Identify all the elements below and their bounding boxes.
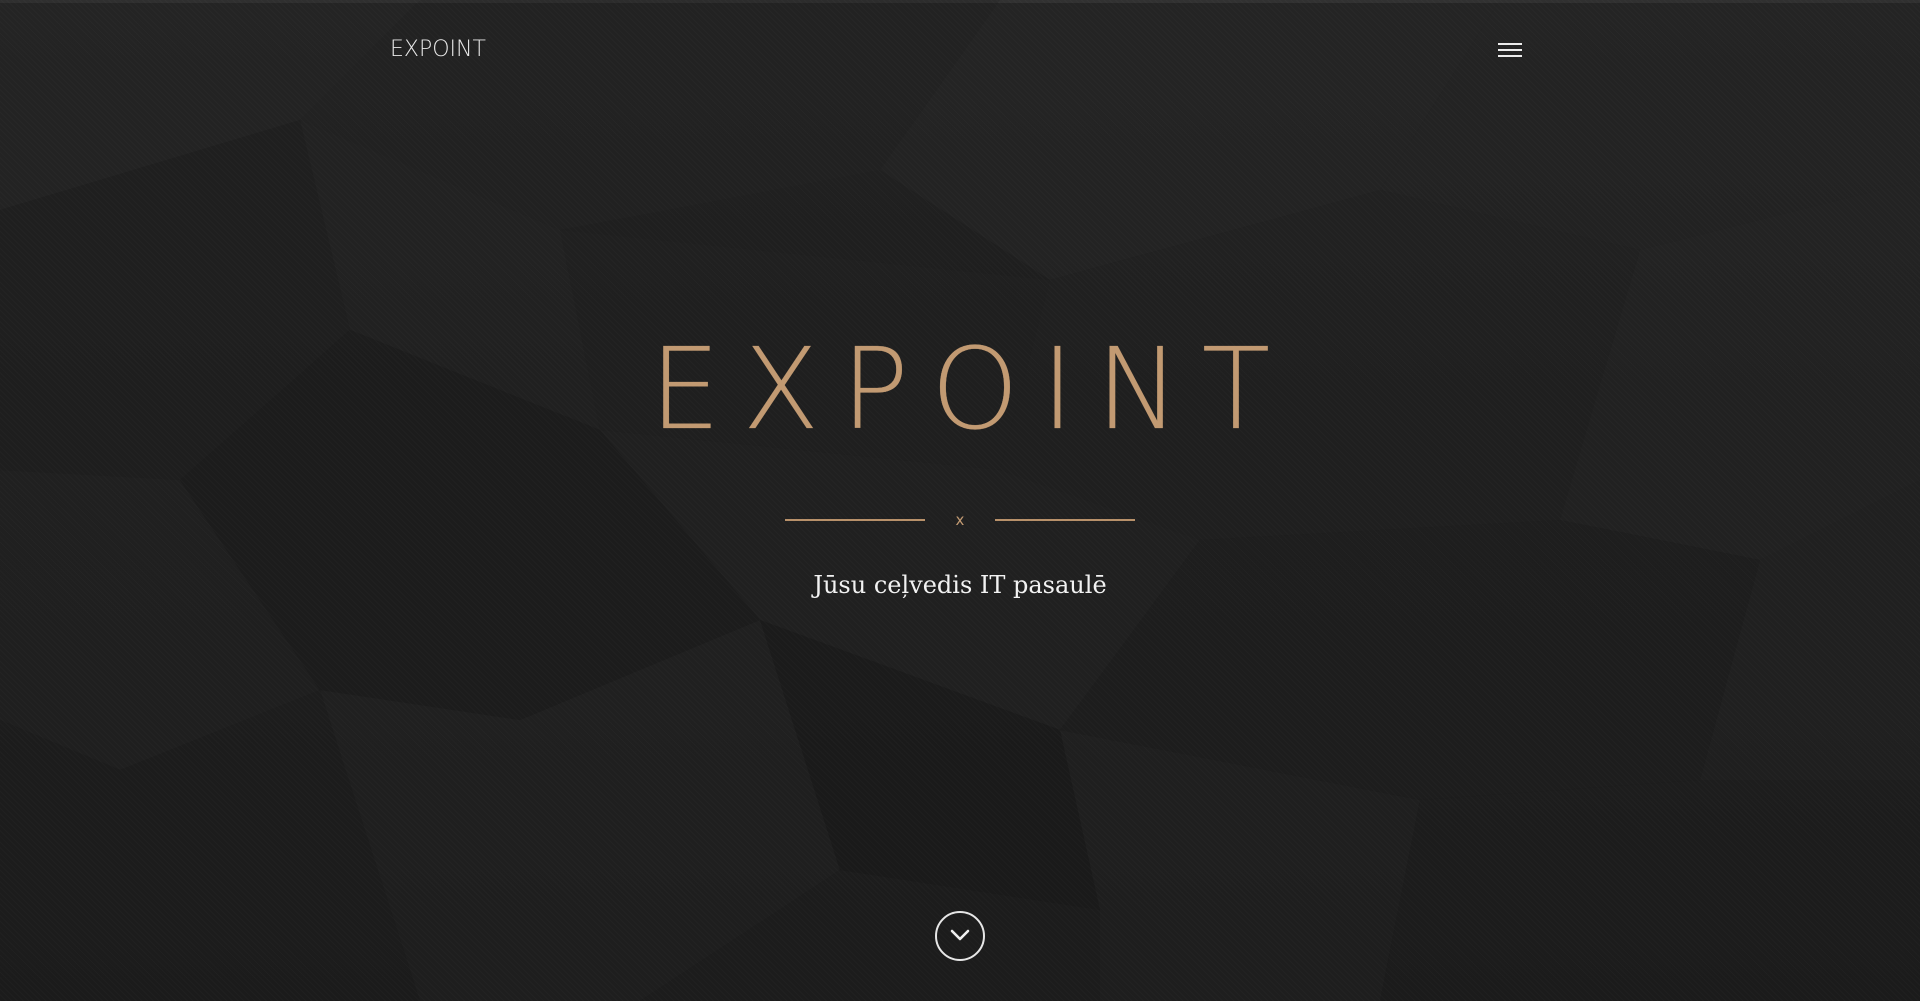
scroll-down-button[interactable] — [935, 911, 985, 961]
low-poly-background — [0, 0, 1920, 1001]
divider-line-right — [995, 519, 1135, 521]
hero-title: EXPOINT — [649, 325, 1293, 455]
site-logo[interactable]: EXPOINT — [390, 36, 486, 64]
hamburger-menu-icon[interactable] — [1496, 40, 1524, 62]
chevron-down-icon — [950, 929, 970, 941]
hero-section: EXPOINT — [0, 330, 1920, 450]
hero-page: EXPOINT EXPOINT x Jūsu ceļvedis IT pasau… — [0, 0, 1920, 1001]
title-divider: x — [785, 510, 1135, 530]
hero-tagline: Jūsu ceļvedis IT pasaulē — [813, 571, 1107, 599]
